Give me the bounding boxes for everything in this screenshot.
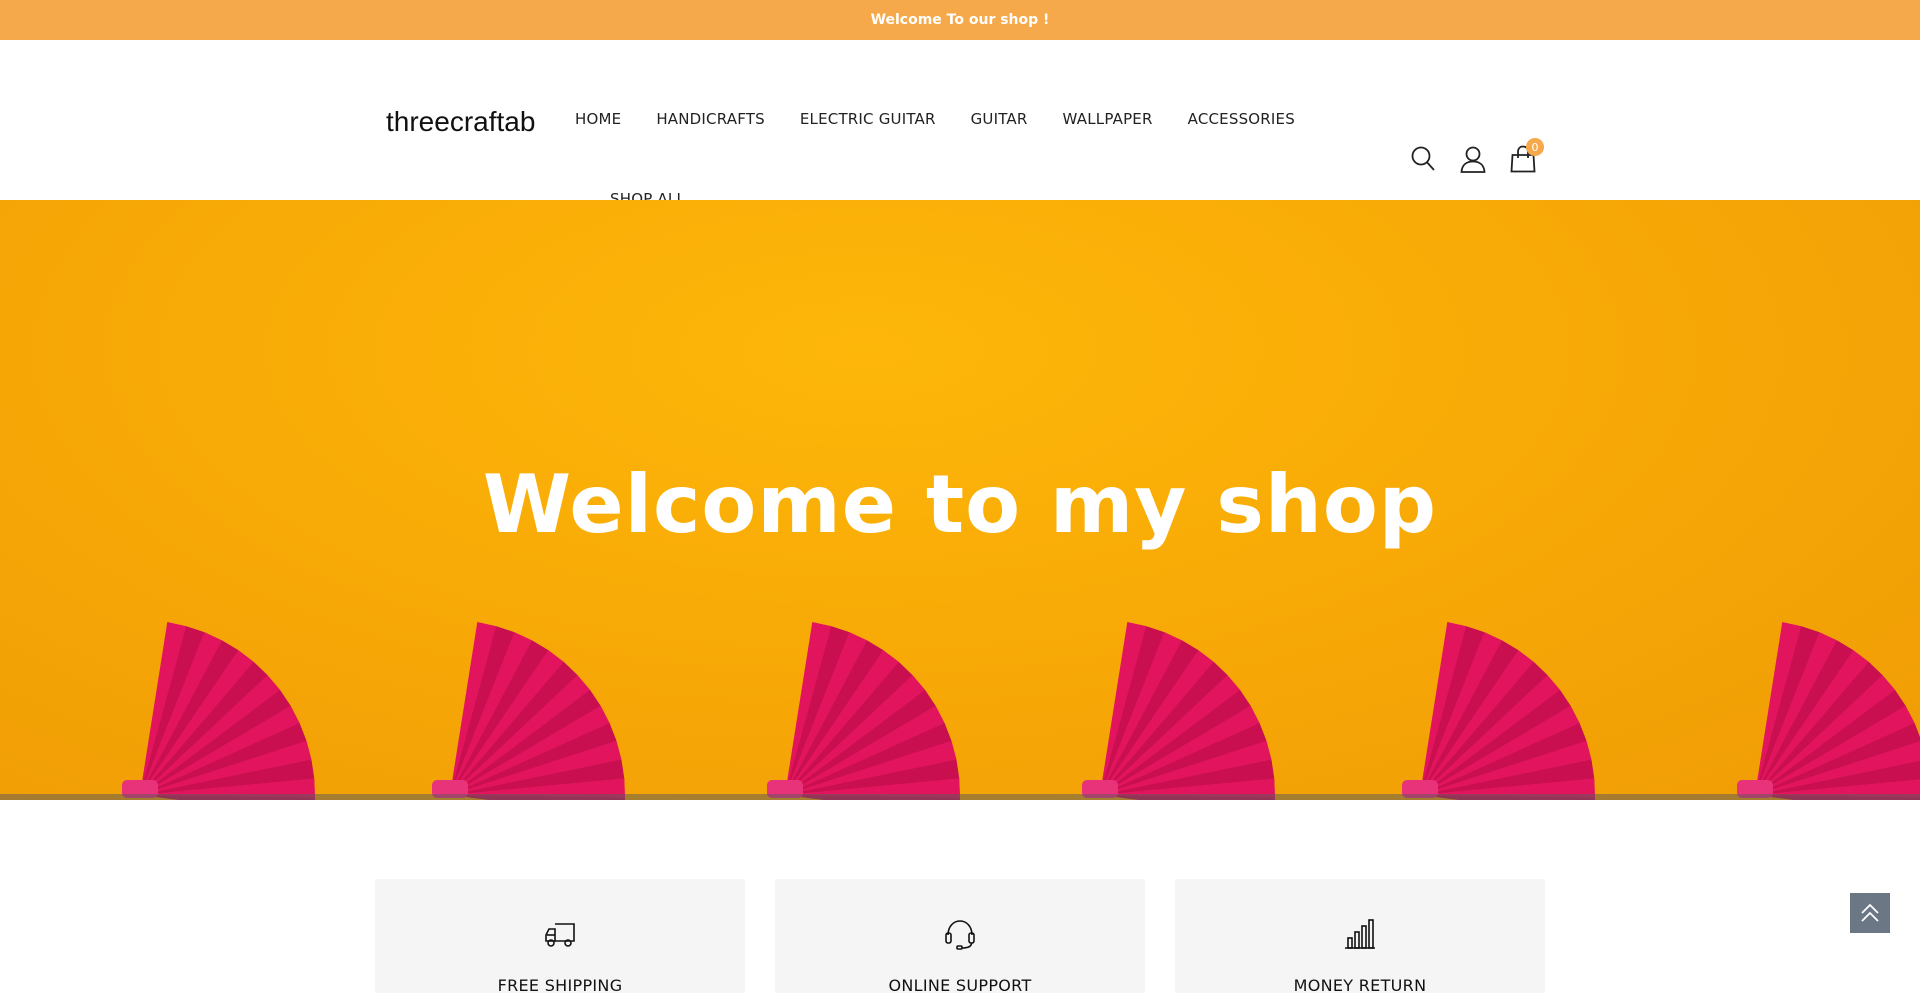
main-nav: HOME HANDICRAFTS ELECTRIC GUITAR GUITAR … <box>575 110 1330 128</box>
paper-fan <box>1082 622 1275 800</box>
paper-fan <box>767 622 960 800</box>
feature-label: MONEY RETURN <box>1293 976 1427 993</box>
nav-guitar[interactable]: GUITAR <box>971 110 1028 128</box>
features-row: FREE SHIPPING ONLINE SUPPORT MONEY RETUR… <box>375 879 1545 993</box>
paper-fan <box>122 622 315 800</box>
announcement-bar: Welcome To our shop ! <box>0 0 1920 40</box>
paper-fan <box>1737 622 1920 800</box>
nav-accessories[interactable]: ACCESSORIES <box>1188 110 1295 128</box>
feature-card-money-return: MONEY RETURN <box>1175 879 1545 993</box>
double-chevron-up-icon <box>1861 903 1879 922</box>
paper-fan <box>1402 622 1595 800</box>
paper-fan <box>432 622 625 800</box>
site-header: threecraftab HOME HANDICRAFTS ELECTRIC G… <box>0 40 1920 208</box>
nav-home[interactable]: HOME <box>575 110 621 128</box>
announcement-text: Welcome To our shop ! <box>870 12 1050 28</box>
nav-wallpaper[interactable]: WALLPAPER <box>1063 110 1153 128</box>
user-icon[interactable] <box>1460 144 1486 174</box>
headset-icon <box>943 917 977 951</box>
feature-card-free-shipping: FREE SHIPPING <box>375 879 745 993</box>
truck-icon <box>543 917 577 951</box>
site-logo[interactable]: threecraftab <box>386 106 535 138</box>
feature-label: FREE SHIPPING <box>497 976 623 993</box>
search-icon[interactable] <box>1410 144 1436 174</box>
hero-bottom-strip <box>0 794 1920 800</box>
feature-label: ONLINE SUPPORT <box>888 976 1032 993</box>
paper-fans-decoration <box>122 622 1920 800</box>
cart-icon[interactable]: 0 <box>1510 138 1544 174</box>
nav-handicrafts[interactable]: HANDICRAFTS <box>656 110 765 128</box>
hero-title: Welcome to my shop <box>482 458 1438 551</box>
header-actions: 0 <box>1410 138 1544 174</box>
nav-electric-guitar[interactable]: ELECTRIC GUITAR <box>800 110 936 128</box>
back-to-top-button[interactable] <box>1850 893 1890 933</box>
hero-banner: Welcome to my shop <box>0 200 1920 800</box>
cart-count-badge: 0 <box>1526 138 1544 156</box>
feature-card-online-support: ONLINE SUPPORT <box>775 879 1145 993</box>
bar-chart-icon <box>1343 917 1377 951</box>
